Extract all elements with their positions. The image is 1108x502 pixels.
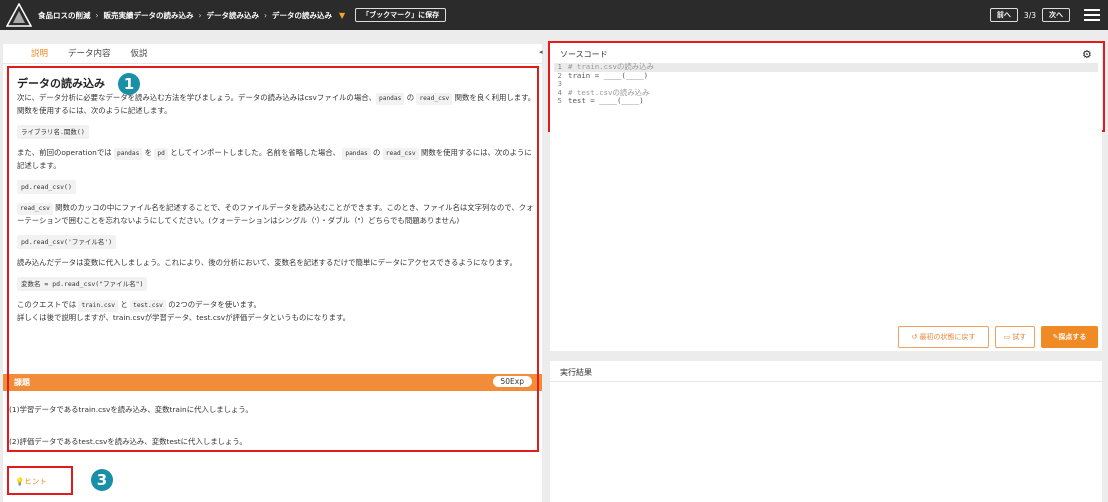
tab-divider — [3, 63, 542, 64]
grade-button[interactable]: ✎ 採点する — [1041, 326, 1098, 348]
annotation-box-1 — [7, 66, 539, 452]
annotation-box-3 — [7, 466, 73, 495]
top-bar: 食品ロスの削減 › 販売実績データの読み込み › データ読み込み › データの読… — [0, 0, 1108, 30]
bookmark-button[interactable]: 「ブックマーク」に保存 — [355, 8, 447, 22]
gear-icon[interactable]: ⚙ — [1082, 48, 1092, 61]
breadcrumb-item-1[interactable]: 食品ロスの削減 — [38, 10, 91, 21]
tab-hypothesis[interactable]: 仮説 — [121, 47, 158, 64]
page-indicator: 3/3 — [1023, 10, 1036, 20]
breadcrumb: 食品ロスの削減 › 販売実績データの読み込み › データ読み込み › データの読… — [38, 0, 447, 30]
tab-description[interactable]: 説明 — [21, 47, 59, 64]
pager: 前へ 3/3 次へ — [989, 8, 1070, 22]
reset-icon: ↺ — [911, 333, 920, 341]
result-panel: 実行結果 — [550, 361, 1102, 502]
chevron-right-icon: › — [198, 10, 202, 20]
chevron-right-icon: › — [95, 10, 99, 20]
breadcrumb-item-2[interactable]: 販売実績データの読み込み — [104, 10, 194, 21]
hamburger-menu-icon[interactable] — [1084, 9, 1100, 21]
tab-data-content[interactable]: データ内容 — [58, 47, 121, 64]
try-button[interactable]: ▭ 試す — [995, 326, 1035, 348]
code-line[interactable]: 2 train = ____(____) — [554, 71, 1098, 81]
prev-button[interactable]: 前へ — [989, 8, 1018, 22]
chevron-right-icon: › — [264, 10, 267, 20]
dropdown-triangle-icon[interactable]: ▼ — [339, 11, 345, 20]
play-icon: ▭ — [1003, 333, 1013, 341]
tab-bar: 説明 データ内容 仮説 — [21, 47, 158, 64]
result-divider — [550, 381, 1102, 382]
code-line[interactable]: 5 test = ____(____) — [554, 96, 1098, 106]
reset-button[interactable]: ↺ 最初の状態に戻す — [898, 326, 989, 348]
source-code-title: ソースコード — [560, 50, 608, 59]
code-editor[interactable]: 1 # train.csvの読み込み 2 train = ____(____) 3 … — [554, 62, 1098, 106]
source-code-panel: ソースコード ⚙ 1 # train.csvの読み込み 2 train = ____… — [550, 43, 1102, 351]
logo-icon[interactable] — [6, 3, 32, 27]
next-button[interactable]: 次へ — [1042, 8, 1070, 22]
collapse-arrow-icon[interactable]: ◂ — [539, 48, 543, 56]
result-title: 実行結果 — [560, 368, 592, 377]
breadcrumb-item-3[interactable]: データ読み込み — [207, 10, 260, 21]
breadcrumb-item-4: データの読み込み — [272, 10, 332, 20]
annotation-number-3: 3 — [91, 469, 113, 491]
annotation-number-1: 1 — [118, 73, 140, 95]
